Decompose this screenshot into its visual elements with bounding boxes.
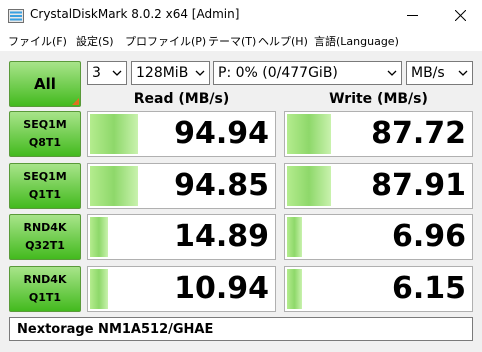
corner-marker-icon	[72, 98, 79, 105]
test-queue: Q1T1	[28, 291, 62, 304]
read-value: 94.94	[174, 116, 269, 151]
chevron-down-icon	[458, 70, 468, 76]
read-bar	[90, 217, 108, 257]
count-select[interactable]: 3	[87, 61, 127, 85]
read-result-seq1m-q8t1: 94.94	[87, 111, 276, 157]
menu-file[interactable]: ファイル(F)	[8, 33, 67, 49]
write-result-seq1m-q8t1: 87.72	[284, 111, 473, 157]
close-icon	[454, 9, 466, 21]
write-result-rnd4k-q32t1: 6.96	[284, 214, 473, 260]
menu-help[interactable]: ヘルプ(H)	[258, 33, 308, 49]
test-button-seq1m-q1t1[interactable]: SEQ1M Q1T1	[9, 163, 81, 209]
menu-profile[interactable]: プロファイル(P)	[125, 33, 206, 49]
title-bar: CrystalDiskMark 8.0.2 x64 [Admin]	[0, 0, 482, 30]
minimize-icon	[406, 14, 418, 16]
read-value: 94.85	[174, 168, 269, 203]
read-result-rnd4k-q1t1: 10.94	[87, 266, 276, 312]
test-name: RND4K	[23, 273, 67, 286]
menu-language[interactable]: 言語(Language)	[314, 33, 399, 49]
main-panel: All 3 128MiB P: 0% (0/477GiB) MB/s Read …	[0, 52, 482, 352]
menu-bar: ファイル(F) 設定(S) プロファイル(P) テーマ(T) ヘルプ(H) 言語…	[0, 30, 482, 52]
test-button-rnd4k-q1t1[interactable]: RND4K Q1T1	[9, 266, 81, 312]
app-icon	[8, 8, 24, 23]
menu-theme[interactable]: テーマ(T)	[208, 33, 256, 49]
test-queue: Q8T1	[28, 136, 62, 149]
read-value: 14.89	[174, 219, 269, 254]
read-bar	[90, 269, 108, 309]
test-button-seq1m-q8t1[interactable]: SEQ1M Q8T1	[9, 111, 81, 157]
test-name: SEQ1M	[23, 118, 67, 131]
window-title: CrystalDiskMark 8.0.2 x64 [Admin]	[30, 7, 240, 21]
read-result-rnd4k-q32t1: 14.89	[87, 214, 276, 260]
read-result-seq1m-q1t1: 94.85	[87, 163, 276, 209]
size-select[interactable]: 128MiB	[131, 61, 210, 85]
drive-value: P: 0% (0/477GiB)	[218, 65, 338, 81]
read-bar	[90, 166, 138, 206]
chevron-down-icon	[387, 70, 397, 76]
comment-text: Nextorage NM1A512/GHAE	[17, 321, 214, 337]
write-value: 87.91	[371, 168, 466, 203]
unit-select[interactable]: MB/s	[406, 61, 473, 85]
all-button-label: All	[34, 75, 56, 93]
write-bar	[287, 217, 302, 257]
write-value: 6.15	[391, 271, 466, 306]
all-button[interactable]: All	[9, 61, 81, 107]
test-queue: Q1T1	[28, 188, 62, 201]
menu-settings[interactable]: 設定(S)	[76, 33, 114, 49]
unit-value: MB/s	[411, 65, 445, 81]
close-button[interactable]	[440, 0, 480, 30]
chevron-down-icon	[112, 70, 122, 76]
write-result-rnd4k-q1t1: 6.15	[284, 266, 473, 312]
write-value: 6.96	[391, 219, 466, 254]
write-value: 87.72	[371, 116, 466, 151]
read-header: Read (MB/s)	[133, 91, 230, 107]
write-result-seq1m-q1t1: 87.91	[284, 163, 473, 209]
write-bar	[287, 114, 331, 154]
test-button-rnd4k-q32t1[interactable]: RND4K Q32T1	[9, 214, 81, 260]
app-window: CrystalDiskMark 8.0.2 x64 [Admin] ファイル(F…	[0, 0, 482, 352]
test-name: RND4K	[23, 221, 67, 234]
drive-select[interactable]: P: 0% (0/477GiB)	[213, 61, 402, 85]
write-header: Write (MB/s)	[329, 91, 428, 107]
read-bar	[90, 114, 138, 154]
write-bar	[287, 269, 302, 309]
test-queue: Q32T1	[25, 239, 65, 252]
chevron-down-icon	[195, 70, 205, 76]
size-value: 128MiB	[136, 65, 189, 81]
comment-field[interactable]: Nextorage NM1A512/GHAE	[9, 317, 473, 341]
write-bar	[287, 166, 331, 206]
test-name: SEQ1M	[23, 170, 67, 183]
read-value: 10.94	[174, 271, 269, 306]
count-value: 3	[92, 65, 101, 81]
minimize-button[interactable]	[392, 0, 432, 30]
